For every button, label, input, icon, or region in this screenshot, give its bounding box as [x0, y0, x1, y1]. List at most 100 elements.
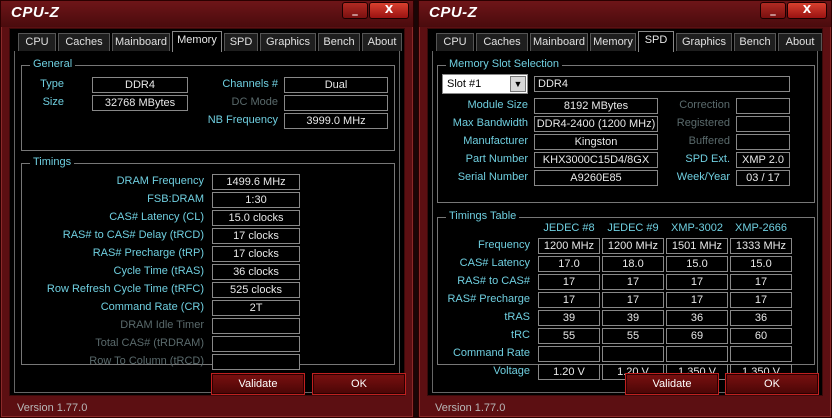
tab-cpu[interactable]: CPU [18, 33, 56, 51]
general-group-title: General [30, 58, 76, 70]
table-cell: 55 [538, 328, 600, 344]
close-button[interactable]: X [369, 2, 409, 19]
column-header: JEDEC #9 [607, 222, 659, 234]
tab-memory[interactable]: Memory [590, 33, 636, 51]
table-cell: 17 [602, 292, 664, 308]
timing-value [212, 318, 300, 334]
table-cell: 69 [666, 328, 728, 344]
table-cell: 17 [538, 274, 600, 290]
table-cell: 1200 MHz [538, 238, 600, 254]
dcmode-label: DC Mode [231, 96, 278, 108]
row-label: RAS# Precharge [447, 293, 530, 305]
spd-field-label: Part Number [465, 153, 528, 165]
version-label: Version 1.77.0 [435, 402, 506, 414]
spd-field-label: Registered [676, 117, 730, 129]
tab-bench[interactable]: Bench [318, 33, 360, 51]
tab-mainboard[interactable]: Mainboard [112, 33, 170, 51]
validate-button[interactable]: Validate [211, 373, 305, 395]
title-bar[interactable]: CPU-Z _ X [419, 1, 831, 27]
tab-about[interactable]: About [362, 33, 402, 51]
timing-value: 15.0 clocks [212, 210, 300, 226]
timing-label: DRAM Frequency [116, 175, 204, 187]
row-label: RAS# to CAS# [457, 275, 530, 287]
table-cell: 36 [666, 310, 728, 326]
table-cell: 55 [602, 328, 664, 344]
table-cell: 15.0 [730, 256, 792, 272]
cpuz-spd-window: CPU-Z _ X CPU Caches Mainboard Memory SP… [418, 0, 832, 418]
tab-memory[interactable]: Memory [172, 31, 222, 52]
tab-spd[interactable]: SPD [224, 33, 258, 51]
ok-button[interactable]: OK [725, 373, 819, 395]
tab-graphics[interactable]: Graphics [676, 33, 732, 51]
table-cell: 18.0 [602, 256, 664, 272]
slot-select[interactable]: Slot #1 ▼ [442, 74, 528, 94]
timing-value: 17 clocks [212, 228, 300, 244]
tab-caches[interactable]: Caches [58, 33, 110, 51]
spd-field-value [736, 134, 790, 150]
spd-field-label: Module Size [467, 99, 528, 111]
table-cell: 36 [730, 310, 792, 326]
table-cell: 17 [602, 274, 664, 290]
timing-label: Row Refresh Cycle Time (tRFC) [46, 283, 204, 295]
tab-about[interactable]: About [778, 33, 822, 51]
spd-field-value: A9260E85 [534, 170, 658, 186]
channels-label: Channels # [222, 78, 278, 90]
timings-table-title: Timings Table [446, 210, 520, 222]
size-label: Size [42, 96, 64, 108]
tab-caches[interactable]: Caches [476, 33, 528, 51]
timing-label: Command Rate (CR) [100, 301, 204, 313]
tab-spd[interactable]: SPD [638, 31, 674, 52]
nbfreq-value: 3999.0 MHz [284, 113, 388, 129]
spd-field-label: Buffered [688, 135, 730, 147]
tab-cpu[interactable]: CPU [436, 33, 474, 51]
tab-bench[interactable]: Bench [734, 33, 776, 51]
spd-field-value: DDR4-2400 (1200 MHz) [534, 116, 658, 132]
timing-value: 1499.6 MHz [212, 174, 300, 190]
timing-value: 1:30 [212, 192, 300, 208]
spd-field-label: Max Bandwidth [452, 117, 528, 129]
table-cell: 1501 MHz [666, 238, 728, 254]
timing-value: 2T [212, 300, 300, 316]
slot-select-value: Slot #1 [447, 78, 482, 90]
table-cell: 15.0 [666, 256, 728, 272]
window-body: CPU Caches Mainboard Memory SPD Graphics… [9, 28, 405, 396]
table-cell: 17.0 [538, 256, 600, 272]
row-label: Command Rate [452, 347, 530, 359]
spd-field-label: Serial Number [457, 171, 528, 183]
title-bar[interactable]: CPU-Z _ X [1, 1, 413, 27]
table-cell: 39 [538, 310, 600, 326]
chevron-down-icon[interactable]: ▼ [510, 76, 526, 92]
timing-label: RAS# Precharge (tRP) [92, 247, 204, 259]
column-header: XMP-2666 [735, 222, 787, 234]
spd-field-value [736, 98, 790, 114]
table-cell: 17 [538, 292, 600, 308]
cpuz-memory-window: CPU-Z _ X CPU Caches Mainboard Memory SP… [0, 0, 414, 418]
spd-field-value: Kingston [534, 134, 658, 150]
table-cell: 1333 MHz [730, 238, 792, 254]
minimize-button[interactable]: _ [342, 2, 368, 19]
spd-field-value: 8192 MBytes [534, 98, 658, 114]
minimize-button[interactable]: _ [760, 2, 786, 19]
timing-label: CAS# Latency (CL) [109, 211, 204, 223]
table-cell: 1200 MHz [602, 238, 664, 254]
timing-value [212, 336, 300, 352]
timings-group: Timings DRAM Frequency 1499.6 MHz FSB:DRAM… [21, 156, 395, 370]
tab-mainboard[interactable]: Mainboard [530, 33, 588, 51]
close-button[interactable]: X [787, 2, 827, 19]
row-label: Frequency [478, 239, 530, 251]
table-cell: 17 [666, 274, 728, 290]
spd-field-label: Manufacturer [463, 135, 528, 147]
version-label: Version 1.77.0 [17, 402, 88, 414]
timing-label: Cycle Time (tRAS) [113, 265, 204, 277]
validate-button[interactable]: Validate [625, 373, 719, 395]
ok-button[interactable]: OK [312, 373, 406, 395]
table-cell [730, 346, 792, 362]
spd-panel: Memory Slot Selection Slot #1 ▼ DDR4 Mod… [432, 51, 818, 393]
tab-strip: CPU Caches Mainboard Memory SPD Graphics… [432, 31, 822, 52]
tab-graphics[interactable]: Graphics [260, 33, 316, 51]
table-cell [666, 346, 728, 362]
spd-field-value: 03 / 17 [736, 170, 790, 186]
timings-table-group: Timings Table JEDEC #8 JEDEC #9 XMP-3002 XM… [437, 210, 815, 380]
window-title: CPU-Z [429, 4, 478, 21]
nbfreq-label: NB Frequency [207, 114, 278, 126]
